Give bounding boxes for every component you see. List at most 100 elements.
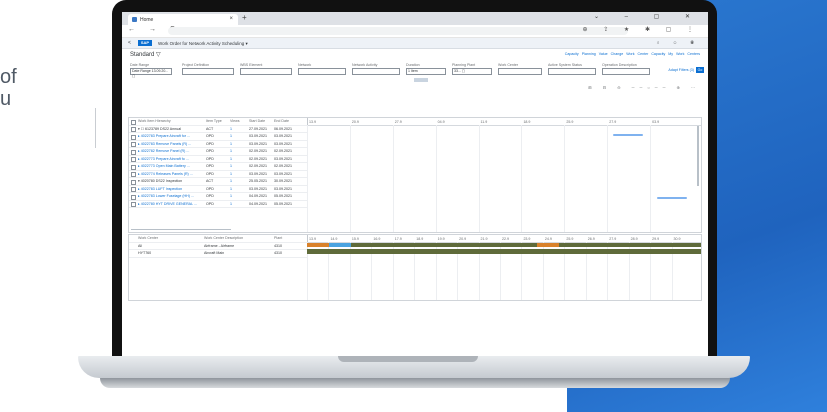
gantt-chart-lower[interactable]: 13.9 14.9 15.9 16.9 17.9 18.9 19.9 20.9 21.9 22.9… bbox=[307, 235, 701, 300]
filter-input[interactable] bbox=[498, 68, 542, 75]
table-row[interactable]: ▸ 4022783 LUFT Inspection OPD 1 03.09.2021 0… bbox=[129, 186, 307, 193]
work-item-name[interactable]: ▾ 4020780 DS22 Inspection bbox=[138, 178, 182, 185]
views-count[interactable]: 1 bbox=[230, 148, 232, 155]
views-count[interactable]: 1 bbox=[230, 163, 232, 170]
column-header[interactable]: Work Center bbox=[138, 235, 158, 242]
my-work-centers-link[interactable]: My Work Centers bbox=[668, 52, 700, 56]
work-item-name[interactable]: ▸ 4022774 Releases Panels (R) ... bbox=[138, 171, 193, 178]
filter-network-activity[interactable]: Network Activity bbox=[352, 63, 400, 75]
row-checkbox[interactable] bbox=[131, 157, 136, 162]
row-checkbox[interactable] bbox=[131, 142, 136, 147]
filter-input[interactable] bbox=[602, 68, 650, 75]
new-tab-button[interactable]: + bbox=[242, 13, 247, 22]
work-item-name[interactable]: ▸ 4022783 Lower Fuselage (HH) ... bbox=[138, 193, 194, 200]
table-row[interactable]: ▸ 4022774 Releases Panels (R) ... OPD 1 03.… bbox=[129, 171, 307, 178]
url-input[interactable] bbox=[168, 27, 628, 35]
table-row[interactable]: ▸ 4022782 Remove Panel (R) ... OPD 1 02.09.… bbox=[129, 148, 307, 156]
views-count[interactable]: 1 bbox=[230, 171, 232, 178]
row-checkbox[interactable] bbox=[131, 127, 136, 132]
capacity-planning-link[interactable]: Capacity Planning Value bbox=[565, 52, 608, 56]
column-header[interactable]: Start Date bbox=[249, 118, 265, 125]
table-row[interactable]: ▾ ☐ 6123789 DS22 Annual ACT 1 27.09.2021 06.… bbox=[129, 126, 307, 133]
filter-wbs-element[interactable]: WBS Element bbox=[240, 63, 292, 75]
shell-icons[interactable]: ⌕ ☺ ◉ bbox=[657, 40, 700, 45]
table-row[interactable]: ▸ 4022783 Prepare Aircraft for ... OPD 1 03… bbox=[129, 133, 307, 141]
column-header[interactable]: Plant bbox=[274, 235, 282, 242]
work-item-name[interactable]: ▾ ☐ 6123789 DS22 Annual bbox=[138, 126, 181, 133]
views-count[interactable]: 1 bbox=[230, 201, 232, 208]
column-header[interactable]: End Date bbox=[274, 118, 289, 125]
row-checkbox[interactable] bbox=[131, 179, 136, 185]
filter-duration[interactable]: Duration 1 Item bbox=[406, 63, 446, 75]
select-all-checkbox[interactable] bbox=[131, 119, 136, 125]
utilization-row[interactable] bbox=[307, 249, 701, 254]
column-header[interactable]: Views bbox=[230, 118, 240, 125]
work-item-name[interactable]: ▸ 4022783 LUFT Inspection bbox=[138, 186, 182, 193]
views-count[interactable]: 1 bbox=[230, 178, 232, 185]
column-header[interactable]: Work Item Hierarchy bbox=[138, 118, 171, 125]
views-count[interactable]: 1 bbox=[230, 133, 232, 140]
close-tab-icon[interactable]: × bbox=[229, 16, 233, 22]
vertical-scrollbar[interactable] bbox=[697, 126, 699, 186]
change-capacity-link[interactable]: Change Work Center Capacity bbox=[611, 52, 666, 56]
filter-input[interactable]: Date Range 13.09.20... ▢ bbox=[130, 68, 172, 78]
go-button[interactable]: Go bbox=[696, 67, 704, 73]
adapt-filters-button[interactable]: Adapt Filters (3) bbox=[668, 68, 694, 72]
table-row[interactable]: ▸ 4022773 Open Main Battery ... OPD 1 02.09… bbox=[129, 163, 307, 171]
filter-input[interactable]: 33... ▢ bbox=[452, 68, 492, 75]
table-row[interactable]: ▸ 4022783 Lower Fuselage (HH) ... OPD 1 04.… bbox=[129, 193, 307, 201]
window-controls[interactable]: ⌄ – ▢ ✕ bbox=[594, 13, 702, 20]
filter-input[interactable] bbox=[298, 68, 346, 75]
views-count[interactable]: 1 bbox=[230, 193, 232, 200]
filter-network[interactable]: Network bbox=[298, 63, 346, 75]
filter-date-range[interactable]: Date Range Date Range 13.09.20... ▢ bbox=[130, 63, 172, 78]
column-header[interactable]: Work Center Description bbox=[204, 235, 243, 242]
zoom-toolbar-icons[interactable]: ⊞ ⊟ ⊖ ──○── ⊕ ⋯ bbox=[588, 85, 700, 90]
browser-toolbar-icons[interactable]: ⊕ ⇪ ★ ✱ ▢ ⋮ bbox=[583, 26, 700, 33]
row-checkbox[interactable] bbox=[131, 172, 136, 177]
row-checkbox[interactable] bbox=[131, 164, 136, 170]
filter-project-definition[interactable]: Project Definition bbox=[182, 63, 234, 75]
views-count[interactable]: 1 bbox=[230, 126, 232, 133]
schedule-bar[interactable] bbox=[657, 196, 687, 199]
filter-planning-plant[interactable]: Planning Plant 33... ▢ bbox=[452, 63, 492, 75]
row-checkbox[interactable] bbox=[131, 187, 136, 192]
views-count[interactable]: 1 bbox=[230, 156, 232, 163]
filter-input[interactable] bbox=[352, 68, 400, 75]
gantt-chart-upper[interactable]: 13.9 20.9 27.9 04.9 11.9 18.9 25.9 27.9 03.9 bbox=[307, 118, 701, 232]
row-checkbox[interactable] bbox=[131, 202, 136, 207]
table-row[interactable]: ▾ 4020780 DS22 Inspection ACT 1 25.05.2021 3… bbox=[129, 178, 307, 186]
filter-input[interactable] bbox=[240, 68, 292, 75]
utilization-row[interactable] bbox=[307, 242, 701, 247]
horizontal-scrollbar[interactable] bbox=[131, 228, 231, 230]
table-row[interactable]: HYT760 Aircraft Main 4310 bbox=[129, 250, 307, 258]
row-checkbox[interactable] bbox=[131, 194, 136, 200]
app-title[interactable]: Work Order for Network Activity Scheduli… bbox=[158, 41, 248, 47]
work-item-name[interactable]: ▸ 4022780 HYT DRIVE GENERAL ... bbox=[138, 201, 197, 208]
views-count[interactable]: 1 bbox=[230, 141, 232, 148]
row-checkbox[interactable] bbox=[131, 149, 136, 155]
variant-selector[interactable]: Standard ▽ bbox=[130, 51, 161, 58]
work-item-name[interactable]: ▸ 4022782 Remove Panel (R) ... bbox=[138, 148, 189, 155]
filter-system-status[interactable]: Active System Status bbox=[548, 63, 596, 75]
work-item-name[interactable]: ▸ 4022783 Remove Panels (R) ... bbox=[138, 141, 191, 148]
work-item-name[interactable]: ▸ 4022773 Open Main Battery ... bbox=[138, 163, 190, 170]
browser-tab[interactable]: Home × bbox=[128, 14, 238, 25]
schedule-bar[interactable] bbox=[613, 133, 643, 136]
work-item-name[interactable]: ▸ 4022773 Prepare Aircraft fo ... bbox=[138, 156, 189, 163]
sap-logo[interactable]: SAP bbox=[138, 40, 152, 46]
filter-input[interactable]: 1 Item bbox=[406, 68, 446, 75]
row-checkbox[interactable] bbox=[131, 134, 136, 140]
table-row[interactable]: All Airframe - Airframe 4310 bbox=[129, 243, 307, 250]
filter-operation-description[interactable]: Operation Description bbox=[602, 63, 650, 75]
work-item-name[interactable]: ▸ 4022783 Prepare Aircraft for ... bbox=[138, 133, 190, 140]
filter-work-center[interactable]: Work Center bbox=[498, 63, 542, 75]
back-icon[interactable]: < bbox=[128, 40, 131, 46]
table-row[interactable]: ▸ 4022773 Prepare Aircraft fo ... OPD 1 02.… bbox=[129, 156, 307, 163]
collapse-header-button[interactable] bbox=[414, 78, 428, 82]
table-row[interactable]: ▸ 4022780 HYT DRIVE GENERAL ... OPD 1 04.09… bbox=[129, 201, 307, 208]
column-header[interactable]: Item Type bbox=[206, 118, 222, 125]
filter-input[interactable] bbox=[182, 68, 234, 75]
views-count[interactable]: 1 bbox=[230, 186, 232, 193]
filter-input[interactable] bbox=[548, 68, 596, 75]
